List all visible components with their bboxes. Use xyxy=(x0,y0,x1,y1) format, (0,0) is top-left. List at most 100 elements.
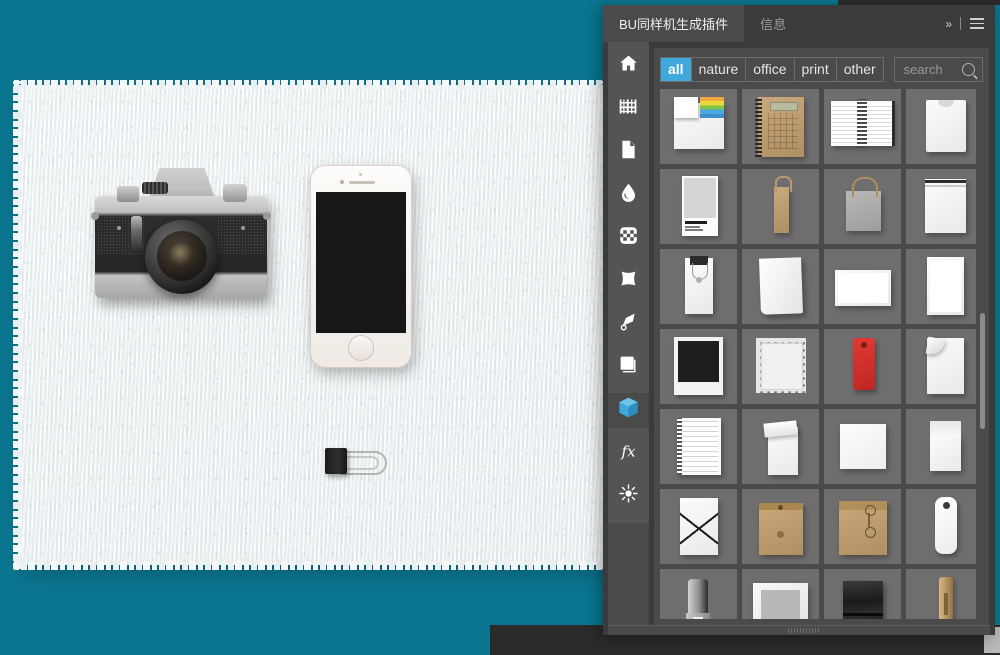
asset-thumb-portrait-card[interactable] xyxy=(906,249,976,324)
binder-clip[interactable] xyxy=(325,445,389,477)
filter-chip-print[interactable]: print xyxy=(795,57,837,81)
grid-scrollbar[interactable] xyxy=(980,89,985,619)
sidebar-item-cube[interactable] xyxy=(608,386,649,429)
phone-earpiece xyxy=(349,181,375,184)
camera-self-timer-lever xyxy=(131,216,142,252)
cube-icon xyxy=(619,397,638,418)
phone-screen xyxy=(316,192,406,333)
asset-thumb-picture-frame[interactable] xyxy=(742,569,819,619)
panel-content: all nature office print other xyxy=(654,48,989,626)
filter-chip-other-label: other xyxy=(843,61,876,77)
asset-thumb-white-hang-tag[interactable] xyxy=(906,489,976,564)
rail-icon-list: fx xyxy=(608,42,649,515)
asset-grid[interactable] xyxy=(660,89,976,619)
asset-thumb-wooden-clothespin[interactable] xyxy=(906,569,976,619)
panel-menu-icon[interactable] xyxy=(970,18,984,29)
camera-body-screw-right xyxy=(241,226,245,230)
camera-rewind-knob xyxy=(117,186,139,202)
asset-thumb-red-hang-tag[interactable] xyxy=(824,329,901,404)
phone-home-button xyxy=(348,335,374,361)
expand-collapse-icon[interactable]: » xyxy=(945,17,952,31)
phone-sensor xyxy=(359,173,362,176)
fx-icon: fx xyxy=(620,442,636,460)
asset-thumb-lined-notepad[interactable] xyxy=(660,409,737,484)
camera-hot-shoe xyxy=(142,182,168,194)
svg-text:fx: fx xyxy=(620,442,636,460)
filter-chip-office[interactable]: office xyxy=(746,57,795,81)
search-box[interactable] xyxy=(893,56,983,82)
home-icon xyxy=(620,55,637,71)
panel-footer xyxy=(608,625,990,635)
pillow-icon xyxy=(621,271,636,286)
sidebar-item-light[interactable] xyxy=(608,472,649,515)
tools-divider xyxy=(960,17,961,30)
asset-thumb-grey-shopping-bag[interactable] xyxy=(824,169,901,244)
asset-thumb-kraft-string-envelope[interactable] xyxy=(824,489,901,564)
square-stack-icon xyxy=(620,356,636,373)
asset-thumb-folded-card-open[interactable] xyxy=(906,409,976,484)
asset-thumb-polaroid-frame-black[interactable] xyxy=(660,329,737,404)
sun-icon xyxy=(619,484,638,503)
asset-thumb-square-card[interactable] xyxy=(824,409,901,484)
scroll-icon xyxy=(620,313,635,331)
asset-grid-items xyxy=(660,89,976,619)
asset-thumb-curled-sheet[interactable] xyxy=(742,249,819,324)
sidebar-item-square[interactable] xyxy=(608,343,649,386)
camera-body-screw-left xyxy=(117,226,121,230)
droplet-icon xyxy=(621,183,636,202)
sidebar-item-checker[interactable] xyxy=(608,214,649,257)
filter-chip-all[interactable]: all xyxy=(661,57,692,81)
search-input[interactable] xyxy=(901,60,962,78)
tab-plugin-main-label: BU同样机生成插件 xyxy=(619,17,729,32)
asset-thumb-spiral-notebook-kraft[interactable] xyxy=(742,89,819,164)
filter-chip-nature-label: nature xyxy=(698,61,739,77)
sidebar-item-droplet[interactable] xyxy=(608,171,649,214)
filter-chip-other[interactable]: other xyxy=(837,58,883,81)
asset-thumb-flip-notepad[interactable] xyxy=(742,409,819,484)
asset-thumb-postage-stamp[interactable] xyxy=(742,329,819,404)
camera-leather-right xyxy=(217,216,265,254)
camera-lens xyxy=(145,220,219,294)
filter-chip-nature[interactable]: nature xyxy=(692,57,747,81)
asset-thumb-elastic-folder[interactable] xyxy=(660,489,737,564)
asset-thumb-black-leather-fabric[interactable] xyxy=(824,569,901,619)
filter-bar: all nature office print other xyxy=(660,56,983,82)
filter-chip-print-label: print xyxy=(801,61,829,77)
camera-shutter-knob xyxy=(223,184,247,202)
smartphone[interactable] xyxy=(310,165,412,368)
asset-thumb-open-spiral-notebook[interactable] xyxy=(824,89,901,164)
camera-lens-barrel xyxy=(157,231,207,281)
tab-info[interactable]: 信息 xyxy=(744,5,802,42)
tab-plugin-main[interactable]: BU同样机生成插件 xyxy=(603,5,745,42)
panel-tab-bar: BU同样机生成插件 信息 » xyxy=(603,5,995,42)
asset-thumb-sticky-notes-pad[interactable] xyxy=(660,89,737,164)
asset-thumb-clipped-note[interactable] xyxy=(660,249,737,324)
asset-thumb-kraft-envelope-button[interactable] xyxy=(742,489,819,564)
asset-thumb-landscape-card[interactable] xyxy=(824,249,901,324)
asset-thumb-sealed-envelope-white[interactable] xyxy=(906,169,976,244)
sidebar-item-home[interactable] xyxy=(608,42,649,85)
binder-clip-body xyxy=(325,448,347,474)
extension-panel[interactable]: BU同样机生成插件 信息 » fx all nature office prin… xyxy=(603,5,995,635)
camera-strap-lug-left xyxy=(91,212,99,220)
sidebar-item-scroll[interactable] xyxy=(608,300,649,343)
sidebar-item-pattern[interactable] xyxy=(608,85,649,128)
sidebar-item-page[interactable] xyxy=(608,128,649,171)
asset-thumb-stapler[interactable] xyxy=(660,569,737,619)
sidebar-item-pillow[interactable] xyxy=(608,257,649,300)
panel-tab-tools: » xyxy=(945,5,995,42)
phone-front-camera xyxy=(340,180,344,184)
asset-thumb-card-sleeve[interactable] xyxy=(906,89,976,164)
tab-info-label: 信息 xyxy=(760,17,787,32)
panel-resize-grip[interactable] xyxy=(788,628,820,633)
filter-chip-all-label: all xyxy=(668,61,684,77)
panel-tool-rail[interactable]: fx xyxy=(608,42,649,630)
film-camera[interactable] xyxy=(91,168,271,303)
asset-thumb-page-curl-corner[interactable] xyxy=(906,329,976,404)
sidebar-item-fx[interactable]: fx xyxy=(608,429,649,472)
grid-scrollbar-thumb[interactable] xyxy=(980,313,985,429)
page-icon xyxy=(622,140,635,159)
asset-thumb-pantone-swatch-card[interactable] xyxy=(660,169,737,244)
asset-thumb-tall-kraft-bag[interactable] xyxy=(742,169,819,244)
filter-chip-office-label: office xyxy=(753,61,787,77)
